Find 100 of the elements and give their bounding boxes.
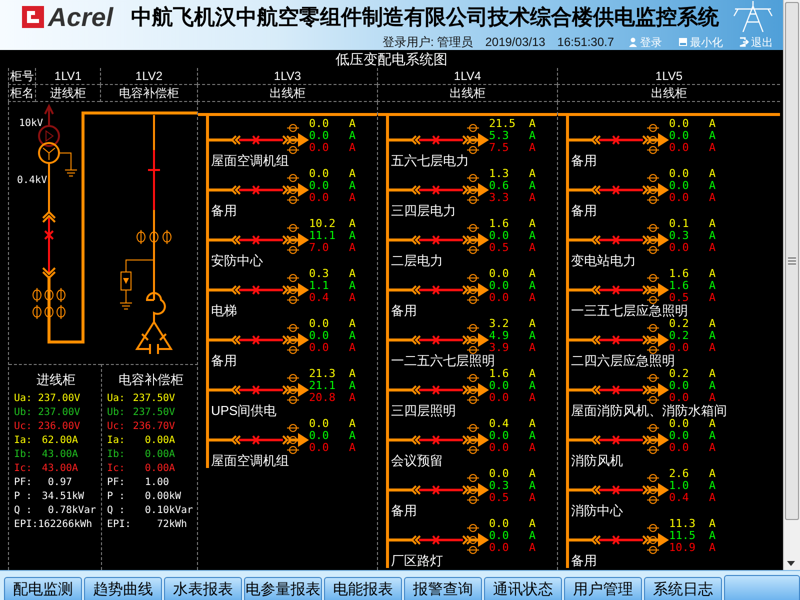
current-reading: 0.4 — [489, 418, 510, 430]
parameter-label: PF: — [107, 476, 126, 490]
current-reading: 1.6 — [669, 268, 690, 280]
unit-label: A — [709, 492, 717, 504]
scrollbar[interactable] — [783, 0, 800, 570]
current-reading: 0.0 — [309, 118, 330, 130]
scrollbar-thumb[interactable] — [785, 2, 799, 520]
current-reading: 0.0 — [309, 442, 330, 454]
current-reading: 1.6 — [489, 368, 510, 380]
parameter-value: 34.51 — [40, 490, 72, 504]
feeder-label: 会议预留 — [390, 454, 444, 468]
unit-label: A — [529, 468, 537, 480]
current-reading: 0.3 — [669, 230, 690, 242]
current-reading: 0.2 — [669, 318, 690, 330]
unit-label: A — [709, 480, 717, 492]
parameter-label: Ic: — [14, 462, 34, 476]
unit-label: A — [529, 118, 537, 130]
current-reading: 1.3 — [489, 168, 510, 180]
unit-label: V — [74, 392, 82, 406]
system-title: 中航飞机汉中航空零组件制造有限公司技术综合楼供电监控系统 — [131, 4, 720, 31]
current-reading: 0.5 — [489, 242, 510, 254]
grip-icon — [788, 257, 796, 265]
parameter-label: Ua: — [107, 392, 126, 406]
unit-label: A — [529, 218, 537, 230]
current-reading: 21.5 — [489, 118, 516, 130]
current-reading: 0.0 — [309, 418, 330, 430]
parameter-value: 43.00 — [40, 448, 72, 462]
current-reading: 0.0 — [669, 130, 690, 142]
unit-label: A — [349, 418, 357, 430]
current-reading: 0.1 — [669, 218, 690, 230]
nav-tab[interactable]: 趋势曲线 — [84, 577, 162, 600]
parameter-label: Ib: — [107, 448, 126, 462]
unit-label: A — [709, 218, 717, 230]
user-icon — [628, 37, 638, 47]
unit-label: A — [529, 180, 537, 192]
nav-tab[interactable]: 报警查询 — [404, 577, 482, 600]
nav-tab[interactable]: 系统日志 — [644, 577, 722, 600]
parameter-value: 237.50 — [132, 392, 169, 406]
current-reading: 3.9 — [489, 342, 510, 354]
voltage-label: 10kV — [19, 118, 44, 129]
current-reading: 0.0 — [489, 442, 510, 454]
unit-label: A — [349, 218, 357, 230]
current-reading: 10.9 — [669, 542, 696, 554]
current-reading: 0.0 — [489, 530, 510, 542]
parameter-value: 237.00 — [38, 406, 74, 420]
feeder-label: 备用 — [390, 304, 418, 318]
current-reading: 0.0 — [489, 518, 510, 530]
unit-label: A — [349, 230, 357, 242]
nav-tab[interactable]: 电能报表 — [324, 577, 402, 600]
cabinet-number: 1LV1 — [35, 68, 100, 85]
current-reading: 0.0 — [669, 118, 690, 130]
current-reading: 0.0 — [489, 542, 510, 554]
unit-label: A — [709, 180, 717, 192]
parameter-label: Ib: — [14, 448, 34, 462]
cabinet-name: 电容补偿柜 — [100, 85, 197, 102]
voltage-label: 0.4kV — [17, 175, 48, 186]
parameter-label: Ia: — [107, 434, 126, 448]
unit-label: A — [349, 192, 357, 204]
nav-tab[interactable]: 通讯状态 — [484, 577, 562, 600]
unit-label: A — [709, 192, 717, 204]
current-reading: 5.3 — [489, 130, 510, 142]
unit-label: A — [349, 292, 357, 304]
unit-label: A — [349, 142, 357, 154]
feeder-label: 一二五六七层照明 — [390, 354, 496, 368]
unit-label: A — [529, 242, 537, 254]
current-reading: 4.9 — [489, 330, 510, 342]
cabinet-name: 出线柜 — [197, 85, 377, 102]
current-reading: 0.0 — [309, 342, 330, 354]
brand-name: Acrel — [48, 2, 114, 32]
unit-label: A — [529, 518, 537, 530]
current-reading: 11.3 — [669, 518, 696, 530]
parameter-label: Q : — [107, 504, 126, 518]
cabinet-number: 1LV4 — [377, 68, 557, 85]
parameter-label: P : — [14, 490, 34, 504]
unit-label: A — [529, 230, 537, 242]
parameter-value: 0.00 — [144, 448, 169, 462]
unit-label: A — [169, 448, 176, 462]
parameter-value: 162266 — [38, 518, 74, 532]
unit-label: kVar — [72, 504, 98, 518]
parameter-value: 0.00 — [144, 434, 169, 448]
nav-tab[interactable]: 用户管理 — [564, 577, 642, 600]
unit-label: A — [529, 192, 537, 204]
unit-label: A — [529, 542, 537, 554]
feeder-label: 厂区路灯 — [390, 554, 444, 568]
unit-label: A — [349, 330, 357, 342]
nav-tab[interactable]: 水表报表 — [164, 577, 242, 600]
current-reading: 1.6 — [669, 280, 690, 292]
unit-label: A — [529, 392, 537, 404]
unit-label: A — [709, 130, 717, 142]
unit-label: A — [72, 448, 80, 462]
nav-tab[interactable]: 配电监测 — [4, 577, 82, 600]
nav-tab[interactable]: 电参量报表 — [244, 577, 322, 600]
unit-label: A — [529, 442, 537, 454]
current-reading: 21.3 — [309, 368, 336, 380]
current-reading: 0.0 — [309, 180, 330, 192]
current-reading: 0.0 — [669, 442, 690, 454]
current-reading: 0.0 — [309, 318, 330, 330]
unit-label: A — [169, 434, 176, 448]
unit-label: A — [349, 318, 357, 330]
current-reading: 0.0 — [309, 142, 330, 154]
